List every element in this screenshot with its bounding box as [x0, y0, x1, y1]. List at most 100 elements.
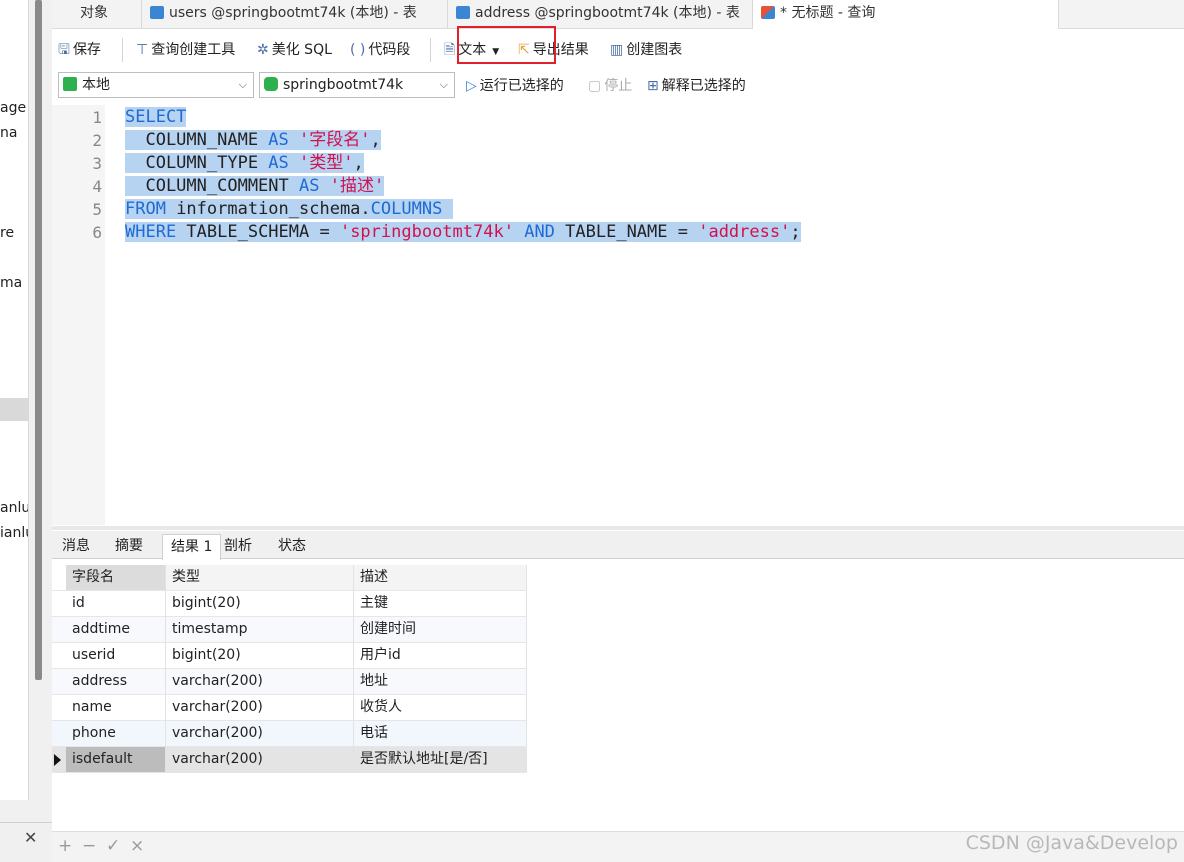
divider — [122, 38, 123, 62]
row-indicator — [52, 669, 66, 695]
delete-record-button[interactable]: − — [82, 836, 96, 856]
tab-result-1[interactable]: 结果 1 — [162, 534, 222, 560]
table-row[interactable]: addtime timestamp 创建时间 — [52, 617, 527, 643]
column-header[interactable]: 字段名 — [66, 565, 166, 591]
discard-changes-button[interactable]: × — [130, 836, 144, 856]
navigator-item[interactable]: re — [0, 225, 28, 241]
table-cell[interactable]: bigint(20) — [166, 643, 354, 669]
database-icon — [264, 77, 278, 91]
column-header[interactable]: 描述 — [354, 565, 527, 591]
database-select[interactable]: springbootmt74k ⌵ — [259, 72, 455, 98]
tab-objects[interactable]: 对象 — [52, 0, 142, 28]
code-line-2: COLUMN_NAME AS '字段名', — [125, 129, 381, 152]
table-cell[interactable]: 是否默认地址[是/否] — [354, 747, 527, 773]
sql-keyword: COLUMNS — [370, 199, 443, 219]
query-toolbar: 🖫 保存 ⊤ 查询创建工具 ✲ 美化 SQL ( ) 代码段 🗎 文本 ▼ ⇱ 导出结果 ▥ 创… — [52, 30, 1184, 68]
navigator-selected-item[interactable] — [0, 398, 28, 421]
navigator-item[interactable]: anlu — [0, 500, 28, 516]
snippet-label: 代码段 — [368, 42, 411, 58]
table-cell[interactable]: id — [66, 591, 166, 617]
navigator-scrollbar[interactable] — [35, 0, 42, 680]
brackets-icon: ( ) — [350, 42, 366, 58]
table-row-selected[interactable]: isdefault varchar(200) 是否默认地址[是/否] — [52, 747, 527, 773]
table-row[interactable]: id bigint(20) 主键 — [52, 591, 527, 617]
line-number-gutter: 1 2 3 4 5 6 — [52, 105, 105, 525]
table-cell[interactable]: varchar(200) — [166, 669, 354, 695]
navigator-item[interactable]: age — [0, 100, 28, 116]
sql-editor[interactable]: 1 2 3 4 5 6 SELECT COLUMN_NAME AS '字段名',… — [52, 105, 1184, 525]
apply-changes-button[interactable]: ✓ — [106, 836, 120, 856]
tab-untitled-query[interactable]: * 无标题 - 查询 — [753, 0, 1059, 29]
table-cell[interactable]: addtime — [66, 617, 166, 643]
sql-text: COLUMN_COMMENT — [125, 176, 299, 196]
column-header[interactable]: 类型 — [166, 565, 354, 591]
table-row[interactable]: name varchar(200) 收货人 — [52, 695, 527, 721]
save-button[interactable]: 🖫 保存 — [58, 38, 101, 62]
document-icon: 🗎 — [444, 42, 456, 58]
tab-users-table[interactable]: users @springbootmt74k (本地) - 表 — [142, 0, 448, 28]
tab-address-table[interactable]: address @springbootmt74k (本地) - 表 — [448, 0, 753, 28]
table-row[interactable]: address varchar(200) 地址 — [52, 669, 527, 695]
sql-text: , — [353, 153, 364, 173]
sql-keyword: AS — [268, 130, 289, 150]
connection-icon — [63, 77, 77, 91]
server-value: 本地 — [82, 77, 110, 93]
navigator-panel: age na re ma anlu ianlu — [0, 0, 29, 800]
sql-keyword: AND — [524, 222, 555, 242]
table-row[interactable]: userid bigint(20) 用户id — [52, 643, 527, 669]
table-cell[interactable]: phone — [66, 721, 166, 747]
sql-text: ; — [790, 222, 801, 242]
sql-keyword: FROM — [125, 199, 166, 219]
table-cell[interactable]: 收货人 — [354, 695, 527, 721]
table-cell[interactable]: timestamp — [166, 617, 354, 643]
editor-results-splitter[interactable] — [52, 526, 1184, 530]
add-record-button[interactable]: + — [58, 836, 72, 856]
navigator-item[interactable]: na — [0, 125, 28, 141]
table-row[interactable]: phone varchar(200) 电话 — [52, 721, 527, 747]
create-chart-label: 创建图表 — [626, 42, 683, 58]
sql-string: '类型' — [299, 153, 354, 173]
sql-keyword: AS — [268, 153, 289, 173]
table-cell[interactable]: 电话 — [354, 721, 527, 747]
stop-button[interactable]: ▢ 停止 — [588, 74, 632, 98]
tab-summary[interactable]: 摘要 — [107, 534, 151, 559]
table-cell[interactable]: varchar(200) — [166, 747, 354, 773]
table-cell[interactable]: varchar(200) — [166, 695, 354, 721]
tab-messages[interactable]: 消息 — [54, 534, 98, 559]
table-cell[interactable]: userid — [66, 643, 166, 669]
line-number: 6 — [92, 223, 102, 242]
server-select[interactable]: 本地 ⌵ — [58, 72, 254, 98]
sql-text: , — [370, 130, 381, 150]
tab-bar: 对象 users @springbootmt74k (本地) - 表 addre… — [52, 0, 1184, 29]
table-cell[interactable]: name — [66, 695, 166, 721]
navigator-item[interactable]: ianlu — [0, 525, 28, 541]
query-builder-button[interactable]: ⊤ 查询创建工具 — [136, 38, 235, 62]
result-tabs: 消息 摘要 结果 1 剖析 状态 — [52, 531, 1184, 560]
table-icon — [150, 6, 164, 19]
query-builder-icon: ⊤ — [136, 42, 149, 58]
code-line-6: WHERE TABLE_SCHEMA = 'springbootmt74k' A… — [125, 221, 801, 244]
table-cell[interactable]: isdefault — [66, 747, 166, 773]
line-number: 2 — [92, 131, 102, 150]
tab-profile[interactable]: 剖析 — [216, 534, 260, 559]
navigator-item[interactable]: ma — [0, 275, 28, 291]
database-value: springbootmt74k — [283, 77, 404, 93]
table-cell[interactable]: 创建时间 — [354, 617, 527, 643]
beautify-sql-button[interactable]: ✲ 美化 SQL — [257, 38, 332, 62]
table-cell[interactable]: varchar(200) — [166, 721, 354, 747]
watermark: CSDN @Java&Develop — [965, 832, 1178, 854]
chevron-down-icon: ⌵ — [439, 78, 448, 91]
tab-label: address @springbootmt74k (本地) - 表 — [475, 5, 740, 21]
table-cell[interactable]: 地址 — [354, 669, 527, 695]
code-snippet-button[interactable]: ( ) 代码段 — [350, 38, 410, 62]
tab-status[interactable]: 状态 — [270, 534, 314, 559]
table-cell[interactable]: 主键 — [354, 591, 527, 617]
create-chart-button[interactable]: ▥ 创建图表 — [610, 38, 682, 62]
table-cell[interactable]: 用户id — [354, 643, 527, 669]
table-cell[interactable]: bigint(20) — [166, 591, 354, 617]
explain-selected-button[interactable]: ⊞ 解释已选择的 — [647, 74, 746, 98]
close-icon[interactable]: ✕ — [24, 828, 37, 847]
table-cell[interactable]: address — [66, 669, 166, 695]
run-selected-button[interactable]: ▷ 运行已选择的 — [466, 74, 564, 98]
explain-label: 解释已选择的 — [661, 78, 746, 94]
